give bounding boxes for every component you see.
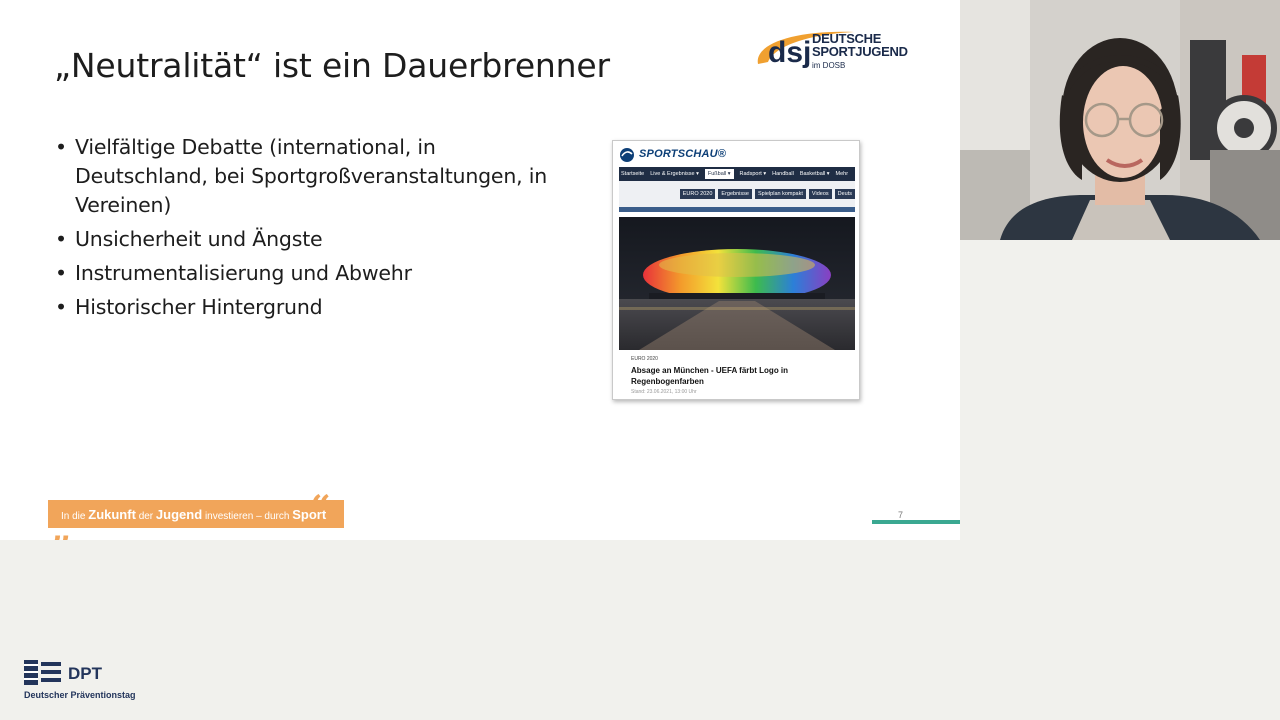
sportschau-logo-icon — [620, 148, 634, 162]
slogan-mid: der — [138, 511, 154, 522]
slogan-text: In die Zukunft der Jugend investieren – … — [61, 507, 326, 522]
dpt-name: Deutscher Präventionstag — [24, 690, 136, 700]
sportschau-nav-item: Startseite — [621, 171, 645, 177]
sportschau-subnav-item: Videos — [808, 189, 832, 199]
slogan-word-zukunft: Zukunft — [88, 507, 136, 522]
dsj-text: DEUTSCHE SPORTJUGEND im DOSB — [812, 32, 908, 72]
sportschau-nav-item: Live & Ergebnisse ▾ — [650, 171, 699, 177]
sportschau-subnav-item: Spielplan kompakt — [754, 189, 806, 199]
sportschau-primary-nav: Startseite Live & Ergebnisse ▾ Fußball ▾ Ra… — [619, 167, 855, 181]
sportschau-nav-item: Mehr — [835, 171, 849, 177]
slogan-banner: „ “ In die Zukunft der Jugend investiere… — [48, 491, 344, 540]
bullet-item: Instrumentalisierung und Abwehr — [54, 259, 574, 288]
dpt-logo: DPT Deutscher Präventionstag — [24, 660, 154, 704]
slogan-word-sport: Sport — [292, 507, 327, 522]
dsj-line-3: im DOSB — [812, 61, 846, 70]
dpt-mark-icon — [24, 660, 61, 685]
page-number: 7 — [898, 510, 904, 520]
bullet-item: Unsicherheit und Ängste — [54, 225, 574, 254]
sportschau-header: SPORTSCHAU® — [613, 141, 859, 167]
bullet-item: Vielfältige Debatte (international, in D… — [54, 133, 574, 220]
bullet-item: Historischer Hintergrund — [54, 293, 574, 322]
sportschau-stripe — [619, 207, 855, 212]
article-headline: Absage an München - UEFA färbt Logo in R… — [631, 366, 789, 386]
slogan-mid2: investieren – durch — [204, 511, 290, 522]
slide-title: „Neutralität“ ist ein Dauerbrenner — [54, 46, 610, 85]
sportschau-subnav-item: Ergebnisse — [718, 189, 752, 199]
sportschau-nav-item: Handball — [772, 171, 794, 177]
sportschau-nav-item: Radsport ▾ — [739, 171, 767, 177]
speaker-video-frame — [960, 0, 1280, 240]
sportschau-nav-item: Basketball ▾ — [799, 171, 830, 177]
slogan-pre: In die — [61, 511, 86, 522]
rainbow-stadium-photo — [619, 217, 855, 350]
page-accent-line — [872, 520, 960, 524]
sportschau-screenshot: SPORTSCHAU® Startseite Live & Ergebnisse … — [612, 140, 860, 400]
dsj-logo: dsj DEUTSCHE SPORTJUGEND im DOSB — [754, 26, 914, 76]
sportschau-nav-item: Fußball ▾ — [704, 169, 734, 179]
sportschau-logo-text: SPORTSCHAU® — [639, 148, 727, 160]
presentation-slide: „Neutralität“ ist ein Dauerbrenner dsj D… — [0, 0, 960, 540]
sportschau-secondary-nav: EURO 2020 Ergebnisse Spielplan kompakt Vide… — [619, 181, 855, 207]
bullet-list: Vielfältige Debatte (international, in D… — [54, 133, 574, 327]
slogan-word-jugend: Jugend — [155, 507, 203, 522]
dsj-abbr: dsj — [768, 36, 811, 69]
sportschau-subnav-item: Deuts — [834, 189, 855, 199]
dsj-line-2: SPORTJUGEND — [812, 44, 908, 59]
sportschau-subnav-item: EURO 2020 — [679, 189, 716, 199]
dpt-abbr: DPT — [68, 664, 102, 683]
webcam-video — [960, 0, 1280, 240]
article-date: Stand: 23.06.2021, 13:00 Uhr — [631, 389, 697, 395]
article-kicker: EURO 2020 — [631, 356, 658, 362]
